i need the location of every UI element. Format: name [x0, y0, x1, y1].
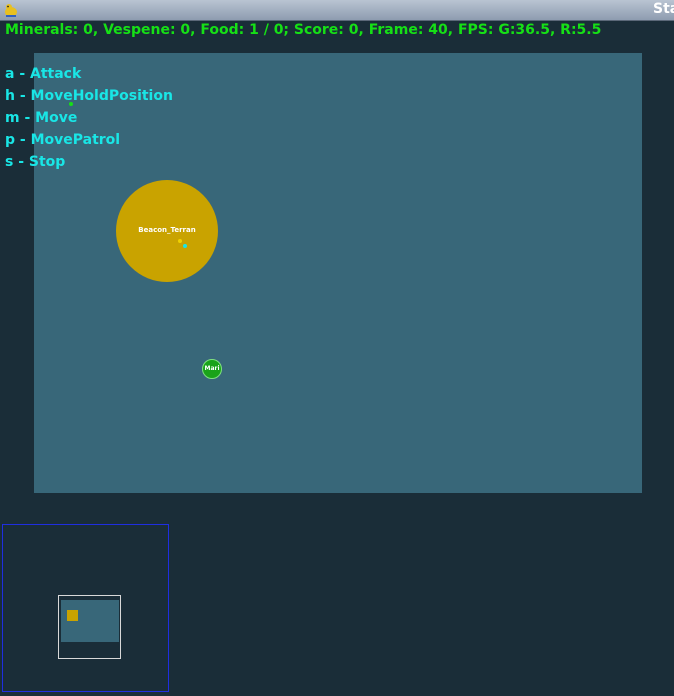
status-bar: Minerals: 0, Vespene: 0, Food: 1 / 0; Sc…: [5, 22, 602, 38]
hotkey-patrol[interactable]: p - MovePatrol: [5, 129, 173, 151]
minimap-beacon: [67, 610, 78, 621]
minimap[interactable]: [2, 524, 169, 692]
hotkey-attack[interactable]: a - Attack: [5, 63, 173, 85]
minimap-viewport[interactable]: [58, 595, 121, 659]
beacon-terran[interactable]: Beacon_Terran: [116, 180, 218, 282]
marine-unit[interactable]: Mari: [202, 359, 222, 379]
marine-label: Mari: [204, 365, 220, 372]
yellow-marker-dot: [178, 239, 182, 243]
hotkey-move[interactable]: m - Move: [5, 107, 173, 129]
title-bar: Sta: [0, 0, 674, 21]
pygame-snake-icon: [5, 4, 17, 17]
green-marker-dot: [69, 102, 73, 106]
beacon-label: Beacon_Terran: [138, 226, 196, 234]
hotkey-list: a - Attack h - MoveHoldPosition m - Move…: [5, 63, 173, 173]
minimap-playable-area: [61, 600, 119, 642]
window-title: Sta: [653, 1, 674, 17]
cyan-marker-dot: [183, 244, 187, 248]
hotkey-hold-position[interactable]: h - MoveHoldPosition: [5, 85, 173, 107]
hotkey-stop[interactable]: s - Stop: [5, 151, 173, 173]
